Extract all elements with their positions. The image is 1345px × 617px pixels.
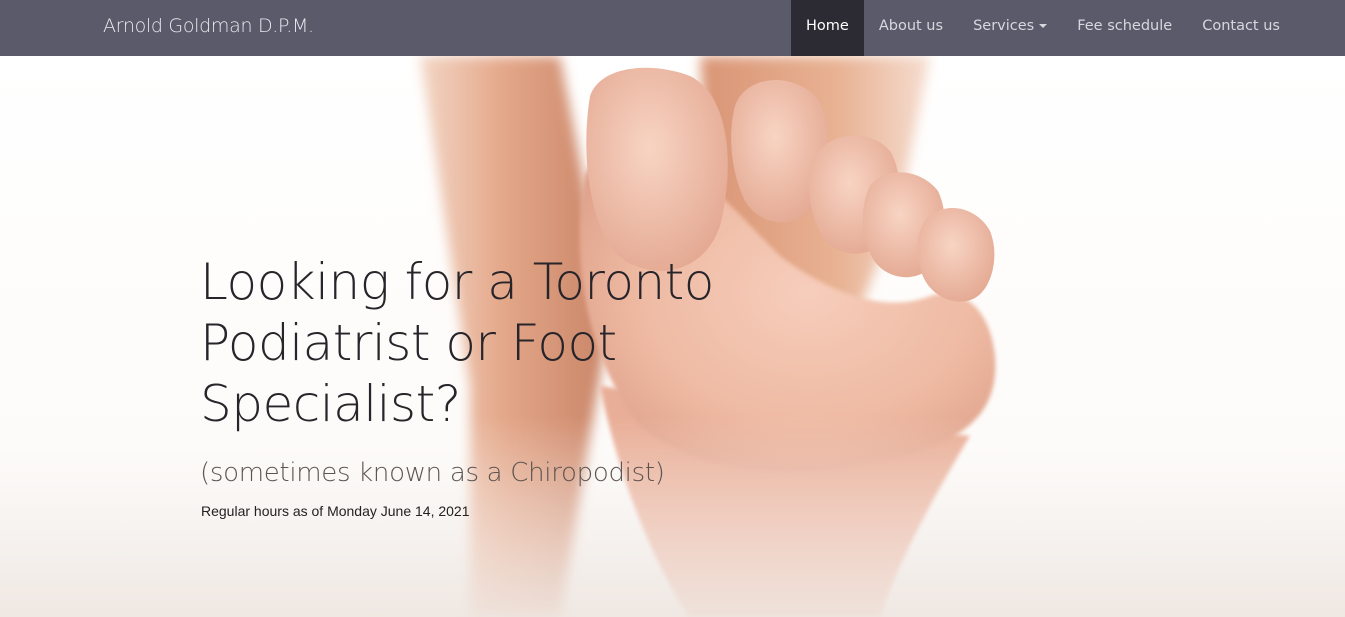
site-brand-link[interactable]: Arnold Goldman D.P.M. (103, 0, 314, 56)
nav-contact-us-label: Contact us (1202, 18, 1280, 34)
top-navbar: Arnold Goldman D.P.M. Home About us Serv… (0, 0, 1345, 56)
main-nav: Home About us Services Fee schedule Cont… (791, 0, 1295, 56)
nav-about-us[interactable]: About us (864, 0, 958, 56)
nav-services-label: Services (973, 18, 1035, 34)
nav-home-label: Home (806, 18, 849, 34)
nav-fee-schedule[interactable]: Fee schedule (1062, 0, 1187, 56)
caret-down-icon (1039, 24, 1048, 28)
nav-fee-schedule-label: Fee schedule (1077, 18, 1173, 34)
nav-services-dropdown[interactable]: Services (958, 0, 1062, 56)
nav-contact-us[interactable]: Contact us (1187, 0, 1295, 56)
hours-note: Regular hours as of Monday June 14, 2021 (201, 503, 470, 519)
nav-about-us-label: About us (878, 18, 944, 34)
hero-headline: Looking for a Toronto Podiatrist or Foot… (200, 253, 714, 433)
nav-home[interactable]: Home (791, 0, 864, 56)
hero-subheadline: (sometimes known as a Chiropodist) (200, 458, 665, 488)
hero-banner: Looking for a Toronto Podiatrist or Foot… (0, 56, 1345, 617)
